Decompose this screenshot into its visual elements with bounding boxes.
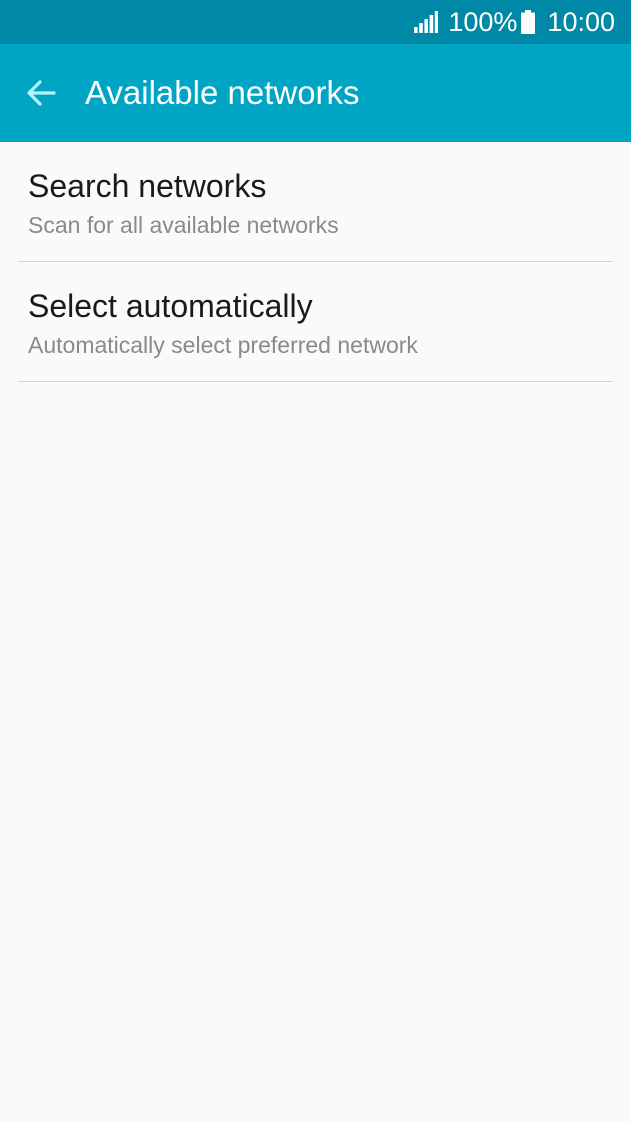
- search-networks-item[interactable]: Search networks Scan for all available n…: [0, 142, 631, 262]
- back-arrow-icon: [27, 80, 56, 106]
- app-bar: Available networks: [0, 44, 631, 142]
- list-item-title: Search networks: [28, 168, 267, 204]
- list-item-subtitle: Scan for all available networks: [28, 212, 339, 238]
- list-item-subtitle: Automatically select preferred network: [28, 332, 418, 358]
- back-button[interactable]: [0, 44, 84, 142]
- signal-icon: [414, 11, 439, 33]
- clock: 10:00: [547, 6, 615, 37]
- battery-icon: [521, 10, 536, 34]
- divider: [18, 381, 613, 382]
- list-item-title: Select automatically: [28, 288, 313, 324]
- select-automatically-item[interactable]: Select automatically Automatically selec…: [0, 262, 631, 382]
- page-title: Available networks: [85, 74, 360, 111]
- network-options-list: Search networks Scan for all available n…: [0, 142, 631, 382]
- battery-percentage: 100%: [448, 6, 518, 37]
- status-bar: 100% 10:00: [0, 0, 631, 44]
